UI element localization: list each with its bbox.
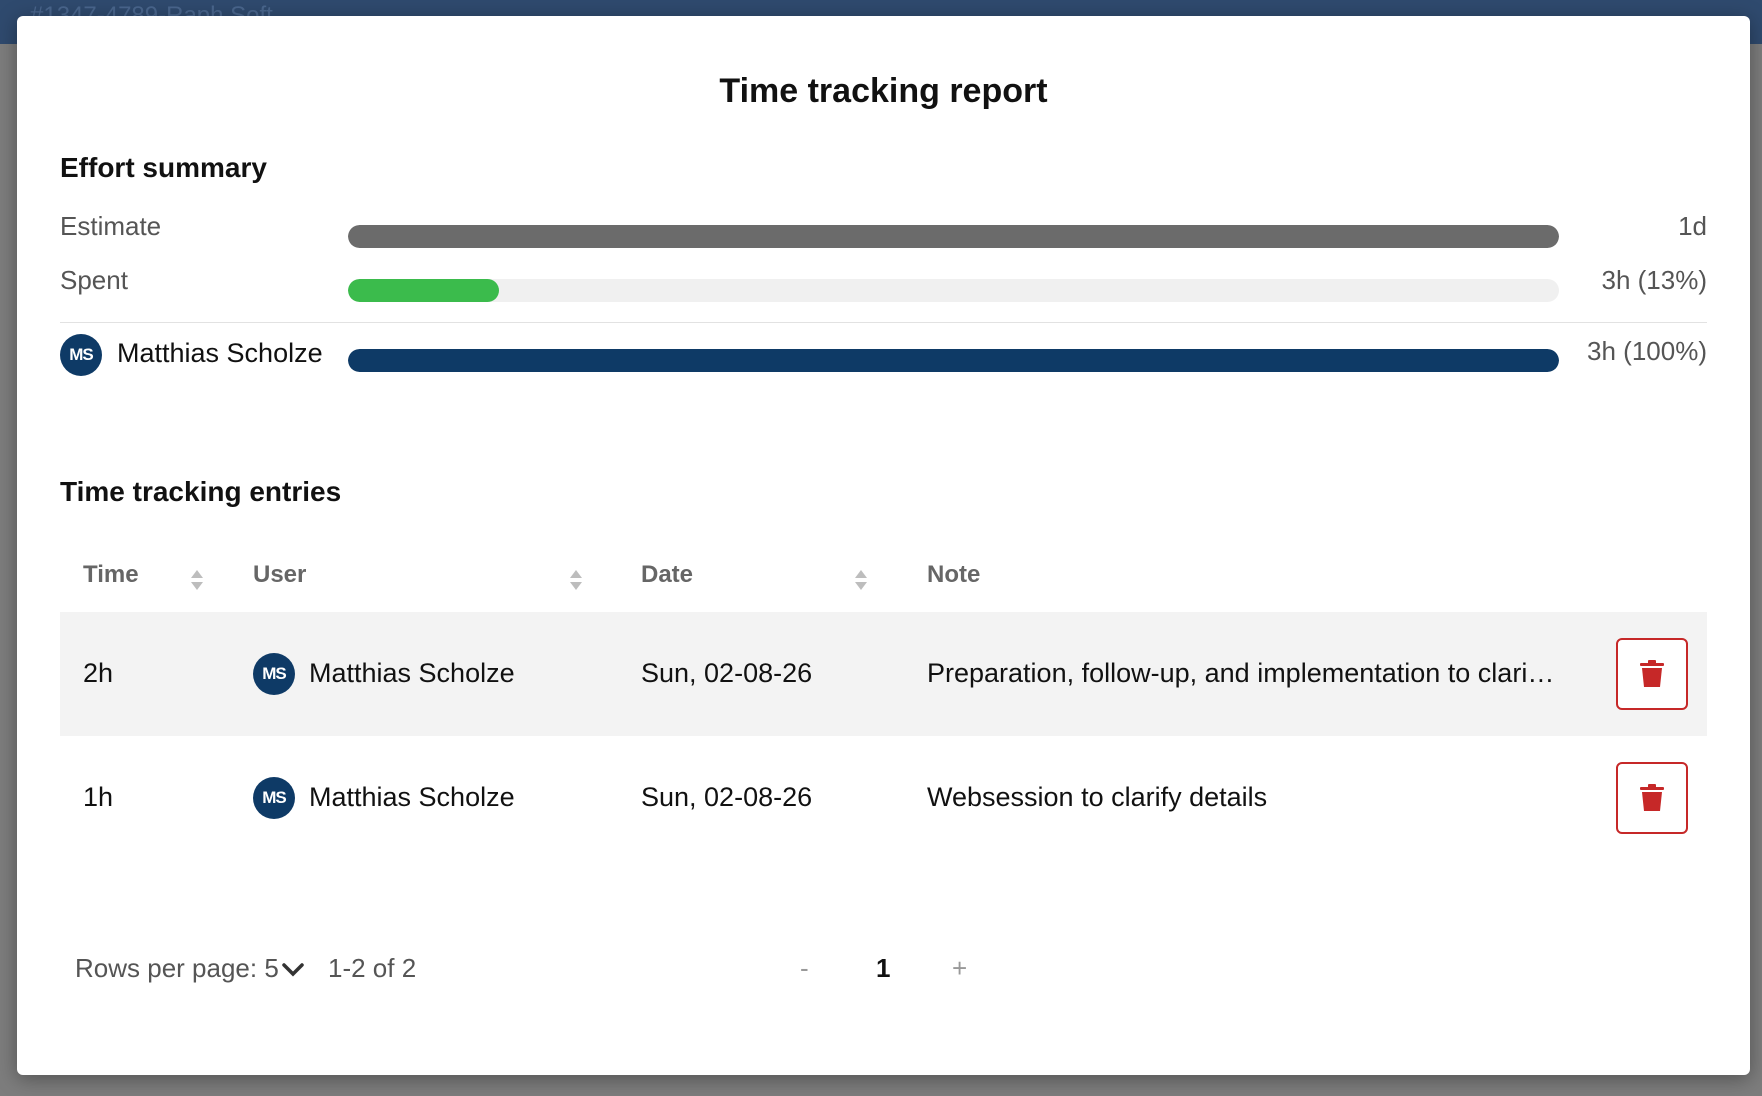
sort-icon[interactable] bbox=[854, 569, 868, 591]
user-summary-value: 3h (100%) bbox=[1587, 336, 1707, 366]
estimate-label: Estimate bbox=[60, 211, 162, 241]
table-row: 1h MS Matthias Scholze Sun, 02-08-26 Web… bbox=[60, 736, 1707, 860]
current-page[interactable]: 1 bbox=[876, 953, 890, 984]
spent-bar bbox=[348, 279, 1559, 302]
prev-page-button[interactable]: - bbox=[800, 953, 809, 984]
column-header-user[interactable]: User bbox=[253, 561, 306, 589]
modal-title: Time tracking report bbox=[719, 72, 1048, 110]
sort-icon[interactable] bbox=[190, 569, 204, 591]
entry-time: 1h bbox=[83, 782, 114, 812]
avatar: MS bbox=[253, 777, 295, 819]
estimate-bar-fill bbox=[348, 225, 1559, 248]
user-summary-bar bbox=[348, 349, 1559, 372]
delete-entry-button[interactable] bbox=[1616, 638, 1688, 710]
chevron-down-icon[interactable] bbox=[281, 962, 305, 978]
pagination-range: 1-2 of 2 bbox=[328, 953, 417, 983]
rows-per-page-label: Rows per page: 5 bbox=[75, 953, 279, 983]
table-row: 2h MS Matthias Scholze Sun, 02-08-26 Pre… bbox=[60, 612, 1707, 736]
spent-bar-fill bbox=[348, 279, 500, 302]
summary-divider bbox=[60, 322, 1707, 323]
sort-icon[interactable] bbox=[569, 569, 583, 591]
effort-summary-title: Effort summary bbox=[60, 152, 267, 183]
entry-date: Sun, 02-08-26 bbox=[641, 658, 813, 688]
user-summary-bar-fill bbox=[348, 349, 1559, 372]
entry-time: 2h bbox=[83, 658, 114, 688]
entry-note: Preparation, follow-up, and implementati… bbox=[927, 658, 1557, 688]
delete-entry-button[interactable] bbox=[1616, 762, 1688, 834]
trash-icon bbox=[1640, 784, 1664, 811]
entry-date: Sun, 02-08-26 bbox=[641, 782, 813, 812]
entry-user: Matthias Scholze bbox=[309, 658, 515, 688]
column-header-note: Note bbox=[927, 561, 981, 588]
time-tracking-entries-title: Time tracking entries bbox=[60, 476, 342, 507]
estimate-bar bbox=[348, 225, 1559, 248]
avatar: MS bbox=[60, 334, 102, 376]
entry-user: Matthias Scholze bbox=[309, 782, 515, 812]
trash-icon bbox=[1640, 660, 1664, 687]
spent-value: 3h (13%) bbox=[1601, 265, 1708, 295]
column-header-time[interactable]: Time bbox=[83, 561, 139, 589]
estimate-value: 1d bbox=[1678, 211, 1707, 241]
column-header-date[interactable]: Date bbox=[641, 561, 693, 589]
entry-note: Websession to clarify details bbox=[927, 782, 1268, 812]
next-page-button[interactable]: + bbox=[952, 953, 967, 984]
user-summary-name: Matthias Scholze bbox=[117, 338, 323, 368]
time-tracking-report-modal: Time tracking report Effort summary Esti… bbox=[17, 16, 1750, 1075]
avatar: MS bbox=[253, 653, 295, 695]
spent-label: Spent bbox=[60, 265, 128, 295]
